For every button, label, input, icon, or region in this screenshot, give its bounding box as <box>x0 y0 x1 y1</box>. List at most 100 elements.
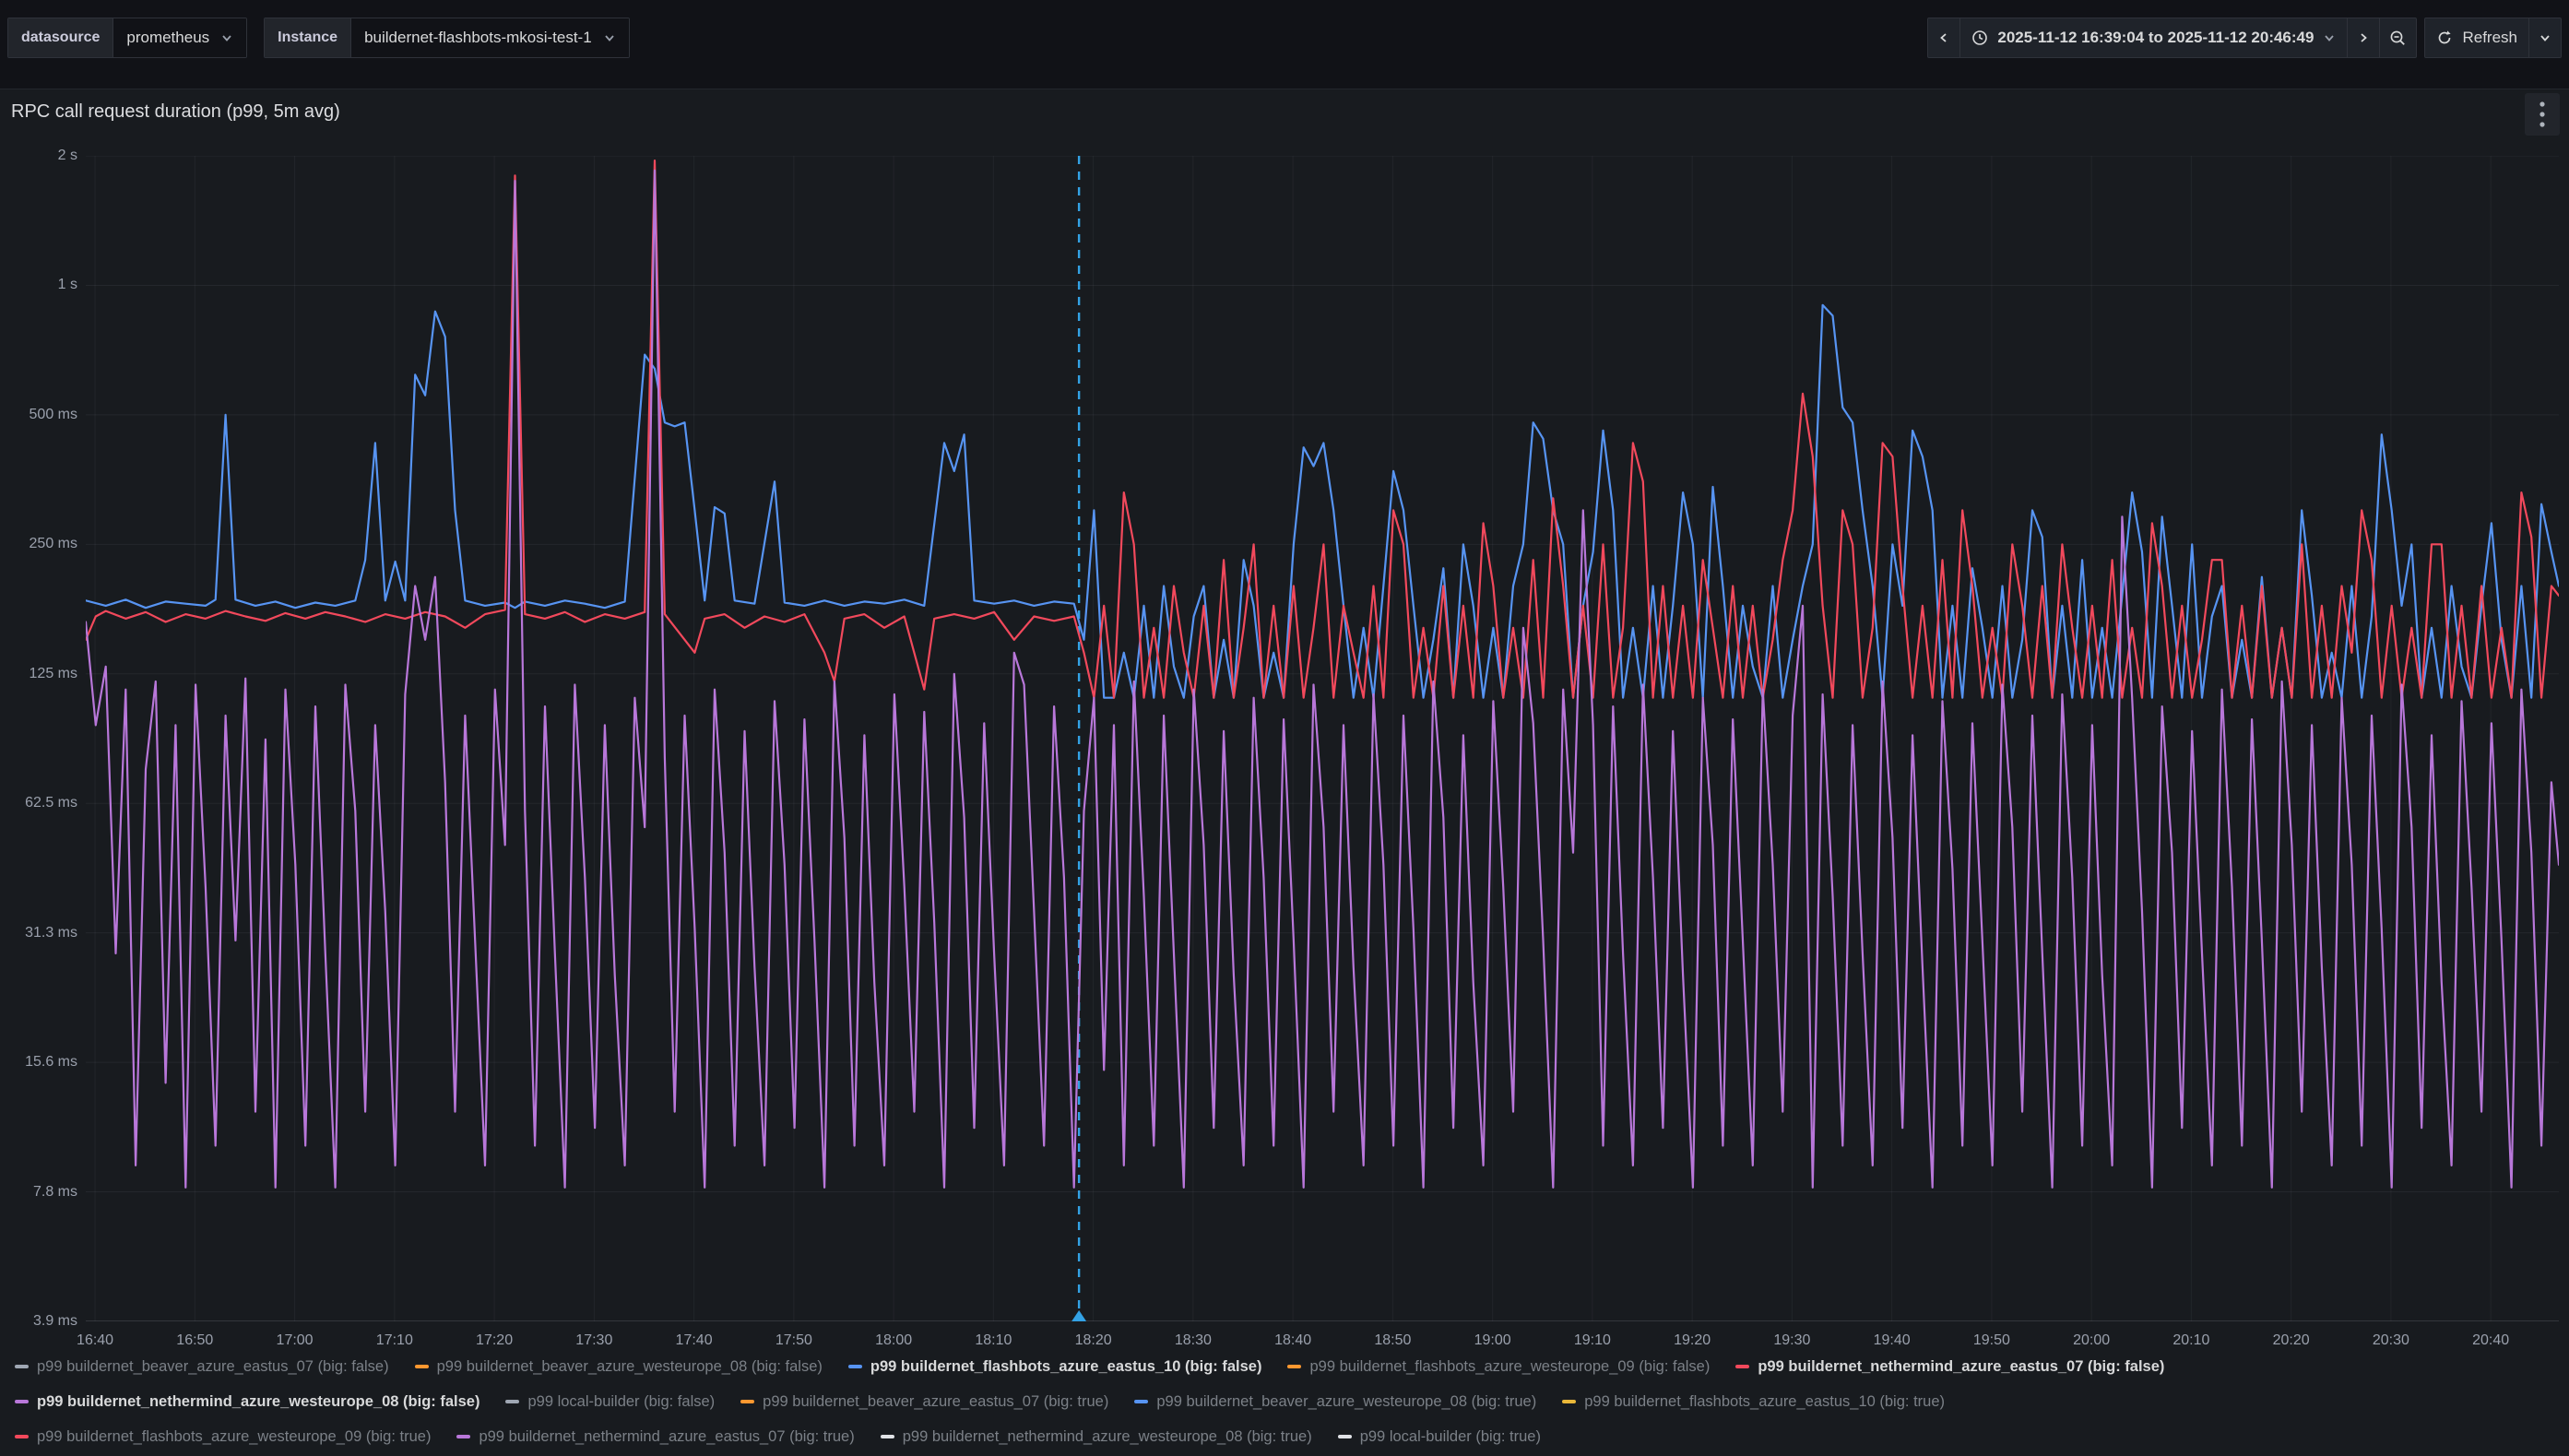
x-axis-tick-label: 19:00 <box>1474 1332 1511 1349</box>
legend-item[interactable]: p99 local-builder (big: false) <box>505 1393 715 1411</box>
x-axis-tick-label: 17:50 <box>775 1332 812 1349</box>
legend-series-swatch <box>505 1400 519 1403</box>
refresh-button[interactable]: Refresh <box>2425 18 2528 57</box>
variable-datasource-select[interactable]: prometheus <box>112 18 246 57</box>
variable-datasource-value: prometheus <box>126 29 209 47</box>
panel-title[interactable]: RPC call request duration (p99, 5m avg) <box>11 101 340 123</box>
x-axis-tick-label: 19:20 <box>1674 1332 1711 1349</box>
legend-item[interactable]: p99 buildernet_beaver_azure_eastus_07 (b… <box>15 1358 389 1376</box>
x-axis-tick-label: 18:00 <box>875 1332 912 1349</box>
panel-menu-button[interactable] <box>2525 93 2560 136</box>
y-axis-tick-label: 2 s <box>0 147 77 165</box>
variable-instance-select[interactable]: buildernet-flashbots-mkosi-test-1 <box>350 18 629 57</box>
y-axis-tick-label: 125 ms <box>0 665 77 683</box>
x-axis-tick-label: 18:20 <box>1075 1332 1112 1349</box>
legend-series-swatch <box>1562 1400 1576 1403</box>
legend-series-label: p99 local-builder (big: true) <box>1360 1428 1541 1446</box>
legend-series-swatch <box>1338 1435 1352 1438</box>
chevron-down-icon <box>220 31 233 44</box>
legend-series-swatch <box>848 1365 862 1368</box>
legend-series-label: p99 local-builder (big: false) <box>527 1393 715 1411</box>
legend-item[interactable]: p99 buildernet_nethermind_azure_westeuro… <box>881 1428 1312 1446</box>
x-axis-tick-label: 18:30 <box>1175 1332 1212 1349</box>
x-axis-tick-label: 20:40 <box>2472 1332 2509 1349</box>
chevron-down-icon <box>2539 31 2551 44</box>
x-axis-tick-label: 20:10 <box>2172 1332 2209 1349</box>
series-line <box>86 305 2559 698</box>
legend-series-label: p99 buildernet_nethermind_azure_westeuro… <box>37 1393 479 1411</box>
legend-item[interactable]: p99 buildernet_flashbots_azure_westeurop… <box>15 1428 431 1446</box>
x-axis-tick-label: 20:00 <box>2073 1332 2110 1349</box>
time-range-text: 2025-11-12 16:39:04 to 2025-11-12 20:46:… <box>1997 29 2314 47</box>
legend-item[interactable]: p99 buildernet_flashbots_azure_westeurop… <box>1287 1358 1710 1376</box>
x-axis-tick-label: 20:20 <box>2273 1332 2310 1349</box>
legend-series-label: p99 buildernet_nethermind_azure_westeuro… <box>903 1428 1312 1446</box>
x-axis-tick-label: 18:50 <box>1374 1332 1411 1349</box>
y-axis-tick-label: 62.5 ms <box>0 794 77 812</box>
legend-series-label: p99 buildernet_nethermind_azure_eastus_0… <box>479 1428 854 1446</box>
dashboard-toolbar: datasource prometheus Instance builderne… <box>0 0 2569 76</box>
legend-series-label: p99 buildernet_flashbots_azure_eastus_10… <box>1584 1393 1945 1411</box>
time-range-button[interactable]: 2025-11-12 16:39:04 to 2025-11-12 20:46:… <box>1959 18 2347 57</box>
time-zoom-out-button[interactable] <box>2379 18 2416 57</box>
legend-item[interactable]: p99 buildernet_beaver_azure_eastus_07 (b… <box>740 1393 1108 1411</box>
magnifier-minus-icon <box>2389 30 2407 47</box>
variable-instance-value: buildernet-flashbots-mkosi-test-1 <box>364 29 592 47</box>
chevron-right-icon <box>2357 31 2370 44</box>
legend-item[interactable]: p99 buildernet_flashbots_azure_eastus_10… <box>848 1358 1262 1376</box>
x-axis-tick-label: 16:40 <box>77 1332 113 1349</box>
legend-series-label: p99 buildernet_flashbots_azure_westeurop… <box>37 1428 431 1446</box>
legend-row: p99 buildernet_beaver_azure_eastus_07 (b… <box>15 1349 2562 1384</box>
x-axis-tick-label: 19:10 <box>1574 1332 1611 1349</box>
refresh-label: Refresh <box>2462 29 2517 47</box>
x-axis-tick-label: 19:50 <box>1973 1332 2010 1349</box>
timeseries-panel: RPC call request duration (p99, 5m avg) … <box>0 89 2569 1456</box>
legend-item[interactable]: p99 buildernet_nethermind_azure_eastus_0… <box>456 1428 854 1446</box>
refresh-interval-dropdown[interactable] <box>2528 18 2561 57</box>
chevron-left-icon <box>1937 31 1950 44</box>
legend-series-label: p99 buildernet_beaver_azure_westeurope_0… <box>437 1358 823 1376</box>
legend-series-label: p99 buildernet_beaver_azure_westeurope_0… <box>1156 1393 1536 1411</box>
series-line <box>86 171 2559 1188</box>
legend-row: p99 buildernet_flashbots_azure_westeurop… <box>15 1419 2562 1454</box>
x-axis-tick-label: 18:40 <box>1274 1332 1311 1349</box>
chevron-down-icon <box>2323 31 2336 44</box>
refresh-icon <box>2436 30 2453 46</box>
legend-series-swatch <box>1134 1400 1148 1403</box>
legend-row: p99 buildernet_nethermind_azure_westeuro… <box>15 1384 2562 1419</box>
legend-item[interactable]: p99 buildernet_beaver_azure_westeurope_0… <box>1134 1393 1536 1411</box>
y-axis-tick-label: 31.3 ms <box>0 924 77 942</box>
timeseries-plot[interactable] <box>86 156 2559 1321</box>
refresh-group: Refresh <box>2424 18 2562 58</box>
legend-series-swatch <box>15 1400 29 1403</box>
legend-item[interactable]: p99 local-builder (big: true) <box>1338 1428 1541 1446</box>
legend: p99 buildernet_beaver_azure_eastus_07 (b… <box>15 1349 2562 1454</box>
y-axis-tick-label: 3.9 ms <box>0 1312 77 1331</box>
kebab-menu-icon <box>2539 100 2546 129</box>
y-axis-tick-label: 500 ms <box>0 406 77 424</box>
legend-series-label: p99 buildernet_flashbots_azure_westeurop… <box>1309 1358 1710 1376</box>
variable-instance: Instance buildernet-flashbots-mkosi-test… <box>264 18 630 58</box>
annotation-marker-icon[interactable] <box>1071 1310 1086 1321</box>
x-axis-tick-label: 17:20 <box>476 1332 513 1349</box>
x-axis-tick-label: 17:00 <box>277 1332 314 1349</box>
variable-instance-label: Instance <box>265 18 350 57</box>
x-axis-tick-label: 19:30 <box>1773 1332 1810 1349</box>
legend-series-swatch <box>881 1435 894 1438</box>
panel-header: RPC call request duration (p99, 5m avg) <box>0 89 2569 139</box>
legend-item[interactable]: p99 buildernet_beaver_azure_westeurope_0… <box>415 1358 823 1376</box>
legend-series-label: p99 buildernet_beaver_azure_eastus_07 (b… <box>763 1393 1108 1411</box>
legend-series-swatch <box>1735 1365 1749 1368</box>
variable-datasource-label: datasource <box>8 18 112 57</box>
time-shift-back-button[interactable] <box>1928 18 1959 57</box>
legend-item[interactable]: p99 buildernet_flashbots_azure_eastus_10… <box>1562 1393 1945 1411</box>
legend-item[interactable]: p99 buildernet_nethermind_azure_eastus_0… <box>1735 1358 2164 1376</box>
legend-series-swatch <box>740 1400 754 1403</box>
x-axis-tick-label: 17:10 <box>376 1332 413 1349</box>
legend-item[interactable]: p99 buildernet_nethermind_azure_westeuro… <box>15 1393 479 1411</box>
legend-series-swatch <box>1287 1365 1301 1368</box>
clock-icon <box>1971 30 1988 46</box>
x-axis-tick-label: 18:10 <box>975 1332 1012 1349</box>
time-shift-forward-button[interactable] <box>2347 18 2379 57</box>
x-axis-tick-label: 17:40 <box>676 1332 713 1349</box>
